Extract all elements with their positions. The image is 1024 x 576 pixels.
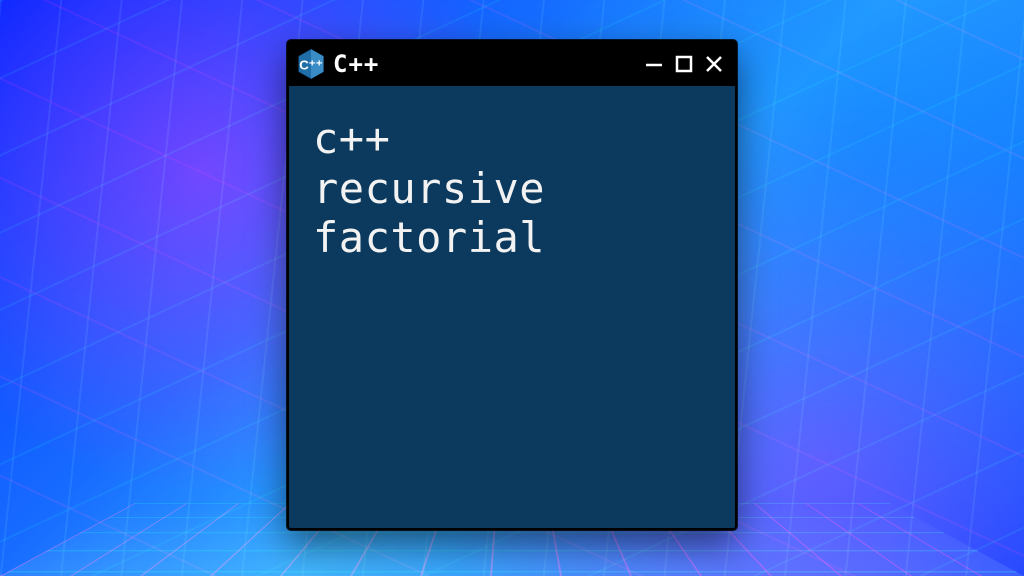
titlebar[interactable]: C⁺⁺ C++ (289, 42, 735, 86)
cpp-logo-icon: C⁺⁺ (297, 48, 325, 80)
content-line-2: recursive (313, 164, 711, 214)
close-button[interactable] (703, 53, 725, 75)
minimize-button[interactable] (643, 53, 665, 75)
window-title: C++ (333, 50, 379, 78)
content-line-1: c++ (313, 114, 711, 164)
svg-text:C⁺⁺: C⁺⁺ (299, 57, 323, 72)
maximize-button[interactable] (673, 53, 695, 75)
terminal-window: C⁺⁺ C++ c++ recursive factorial (287, 40, 737, 530)
terminal-body[interactable]: c++ recursive factorial (289, 86, 735, 528)
content-line-3: factorial (313, 213, 711, 263)
